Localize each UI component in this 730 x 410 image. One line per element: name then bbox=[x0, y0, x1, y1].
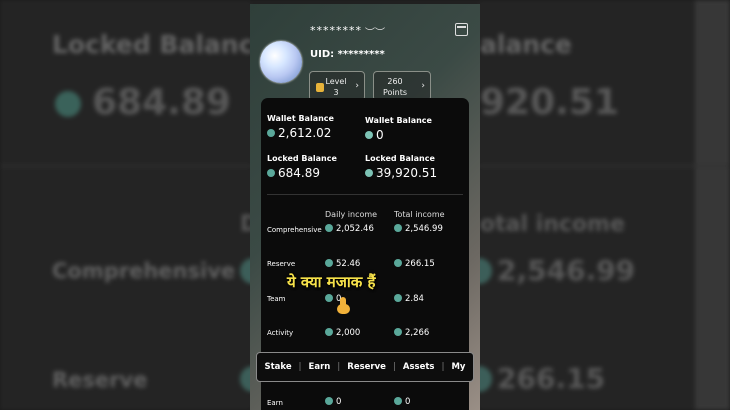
locked-balance-2: Locked Balance 39,920.51 bbox=[365, 154, 437, 180]
bg-locked-balance-label: Locked Balance bbox=[52, 30, 271, 59]
coin-icon bbox=[365, 130, 373, 139]
locked-balance-label: Locked Balance bbox=[365, 154, 435, 163]
tab-assets[interactable]: Assets bbox=[403, 362, 435, 372]
overlay-caption: ये क्या मजाक हैं bbox=[287, 273, 376, 291]
masked-username: ******** bbox=[310, 24, 362, 37]
tether-icon bbox=[325, 223, 333, 232]
row-daily: 2,052.46 bbox=[325, 223, 374, 234]
tether-icon bbox=[394, 223, 402, 232]
bg-total-income: otal income bbox=[480, 212, 625, 237]
locked-balance-value: 39,920.51 bbox=[376, 166, 438, 180]
pointing-hand-icon bbox=[337, 297, 351, 315]
row-total: 2.84 bbox=[394, 293, 424, 304]
points-chip-line2: Points bbox=[382, 88, 408, 97]
bg-right-dark bbox=[480, 0, 730, 410]
level-chip[interactable]: Level 3 › bbox=[309, 71, 365, 101]
bg-right-top-label: alance bbox=[480, 30, 572, 59]
wallet-balance-value: 0 bbox=[376, 128, 384, 142]
tether-icon bbox=[394, 258, 402, 267]
level-chip-line2: 3 bbox=[333, 88, 339, 97]
locked-balance-1: Locked Balance 684.89 bbox=[267, 154, 337, 180]
wallet-balance-value: 2,612.02 bbox=[278, 126, 332, 140]
daily-income-header: Daily income bbox=[325, 210, 378, 219]
bg-locked-value: 684.89 bbox=[92, 82, 231, 123]
row-label: Earn bbox=[267, 399, 283, 407]
row-total: 2,546.99 bbox=[394, 223, 443, 234]
bg-reserve: Reserve bbox=[52, 368, 148, 392]
tab-separator: | bbox=[298, 362, 302, 372]
row-daily: 2,000 bbox=[325, 327, 360, 338]
tab-earn[interactable]: Earn bbox=[309, 362, 331, 372]
row-daily: 52.46 bbox=[325, 258, 360, 269]
locked-balance-label: Locked Balance bbox=[267, 154, 337, 163]
bg-right-value: 920.51 bbox=[480, 82, 619, 123]
locked-balance-value: 684.89 bbox=[278, 166, 320, 180]
row-daily: 0 bbox=[325, 396, 341, 407]
avatar[interactable] bbox=[260, 41, 302, 83]
tab-stake[interactable]: Stake bbox=[264, 362, 291, 372]
tab-separator: | bbox=[441, 362, 445, 372]
bg-coin-icon bbox=[55, 91, 81, 117]
bottom-tab-bar: Stake | Earn | Reserve | Assets | My bbox=[256, 352, 474, 382]
tab-separator: | bbox=[337, 362, 341, 372]
calendar-icon[interactable] bbox=[455, 23, 468, 36]
tether-icon bbox=[325, 327, 333, 336]
chevron-right-icon: › bbox=[355, 81, 359, 91]
bg-right-total: 2,546.99 bbox=[497, 254, 636, 287]
tether-icon bbox=[325, 293, 333, 302]
row-label: Team bbox=[267, 295, 286, 303]
tab-separator: | bbox=[392, 362, 396, 372]
bg-comprehensive: Comprehensive bbox=[52, 259, 236, 283]
tab-reserve[interactable]: Reserve bbox=[347, 362, 386, 372]
tether-icon bbox=[267, 128, 275, 137]
wallet-balance-label: Wallet Balance bbox=[365, 116, 432, 125]
row-label: Activity bbox=[267, 329, 294, 337]
tab-my[interactable]: My bbox=[451, 362, 465, 372]
row-label: Reserve bbox=[267, 260, 296, 268]
screen: Locked Balance 684.89 alance 920.51 Da o… bbox=[0, 0, 730, 410]
bg-right-edge bbox=[695, 0, 730, 410]
wallet-balance-2: Wallet Balance 0 bbox=[365, 116, 432, 142]
chevron-right-icon: › bbox=[421, 81, 425, 91]
tether-icon bbox=[394, 293, 402, 302]
row-total: 266.15 bbox=[394, 258, 435, 269]
tether-icon bbox=[394, 327, 402, 336]
uid-label: UID: ********* bbox=[310, 49, 385, 60]
tether-icon bbox=[325, 396, 333, 405]
wallet-balance-label: Wallet Balance bbox=[267, 114, 334, 123]
points-chip-line1: 260 bbox=[387, 77, 403, 86]
phone-screen: ******** ︶︶ UID: ********* Level 3 › 260… bbox=[250, 4, 480, 410]
bg-left-dark bbox=[0, 0, 250, 410]
eye-hidden-icon[interactable]: ︶︶ bbox=[365, 24, 385, 39]
wallet-balance-1: Wallet Balance 2,612.02 bbox=[267, 114, 334, 140]
row-total: 2,266 bbox=[394, 327, 429, 338]
total-income-header: Total income bbox=[394, 210, 445, 219]
bg-right-reserve: 266.15 bbox=[497, 362, 606, 395]
tether-icon bbox=[267, 168, 275, 177]
level-chip-line1: Level bbox=[325, 77, 347, 86]
panel-divider bbox=[267, 194, 463, 195]
tether-icon bbox=[325, 258, 333, 267]
coin-icon bbox=[365, 168, 373, 177]
row-label: Comprehensive bbox=[267, 226, 322, 234]
tether-icon bbox=[394, 396, 402, 405]
points-chip[interactable]: 260 Points › bbox=[373, 71, 431, 101]
row-total: 0 bbox=[394, 396, 410, 407]
